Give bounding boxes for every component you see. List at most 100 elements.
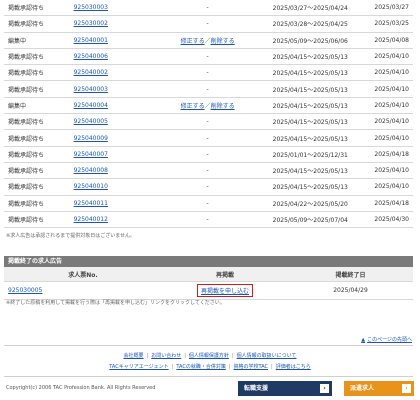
ad-list-table: 掲載承認待ち 925030003-2025/03/27～2025/04/24 202… (4, 0, 413, 229)
ad-number-link[interactable]: 925040002 (74, 69, 108, 76)
ad-number-link[interactable]: 925030002 (74, 20, 108, 27)
ended-note: ※終了した原稿を利用して掲載を行う際は「再掲載を申し込む」リンクをクリックしてく… (6, 300, 225, 306)
action-cell: 修正する／削除する (161, 97, 255, 115)
date-cell: 2025/04/18 (366, 146, 413, 163)
footer-link[interactable]: TACの就職・合併対策 (176, 364, 226, 370)
temp-jobs-button[interactable]: 派遣求人 › (344, 381, 414, 396)
footer-links-row-1: 会社概要 | お問い合わせ | 個人情報保護方針 | 個人情報の取扱いについて (0, 352, 420, 359)
back-to-top-link[interactable]: ▲ このページの先頭へ (361, 336, 412, 343)
action-cell: - (161, 64, 255, 82)
table-row: 掲載承認待ち 925040002 - 2025/04/15～2025/05/13 202… (4, 64, 413, 82)
date-cell: 2025/04/18 (366, 195, 413, 212)
career-support-button[interactable]: 転職支援 › (238, 381, 332, 396)
action-cell: - (161, 113, 255, 131)
ad-number-link[interactable]: 925040006 (74, 53, 108, 60)
ad-number-link[interactable]: 925040007 (74, 151, 108, 158)
status-cell: 掲載承認待ち (4, 0, 74, 17)
footer-link[interactable]: TACキャリアエージェント (109, 364, 168, 370)
delete-link[interactable]: 削除する (211, 103, 235, 110)
ad-number-link[interactable]: 925040011 (74, 200, 108, 207)
action-cell: 修正する／削除する (161, 32, 255, 49)
ad-number-link[interactable]: 925040008 (74, 167, 108, 174)
no-action-dash: - (206, 118, 209, 126)
footer-divider-2 (4, 376, 413, 377)
ad-number-link[interactable]: 925040010 (74, 183, 108, 190)
no-action-dash: - (206, 53, 209, 61)
arrow-right-icon: › (402, 384, 411, 393)
no-action-dash: - (206, 134, 209, 142)
footer-separator: | (228, 364, 231, 370)
no-action-dash: - (206, 199, 209, 207)
ad-number-link[interactable]: 925040001 (74, 37, 108, 44)
header-number: 求人票No. (4, 267, 162, 282)
copyright-text: Copyright(c) 2006 TAC Profession Bank. A… (6, 385, 156, 391)
career-support-label: 転職支援 (244, 385, 269, 392)
arrow-right-icon: › (320, 384, 329, 393)
action-cell: - (161, 15, 255, 33)
footer-link[interactable]: お問い合わせ (151, 353, 181, 359)
no-action-dash: - (206, 4, 209, 12)
status-cell: 掲載承認待ち (4, 80, 74, 98)
table-row: 掲載承認待ち 925040008 - 2025/04/15～2025/05/13 202… (4, 162, 413, 180)
period-cell: 2025/04/22～2025/05/20 (254, 195, 367, 212)
edit-link[interactable]: 修正する (181, 38, 205, 45)
table-row: 掲載承認待ち 925040005 - 2025/04/15～2025/05/13 202… (4, 113, 413, 131)
status-cell: 掲載承認待ち (4, 178, 74, 196)
footer-link[interactable]: 評価者はこちら (276, 364, 311, 370)
footer-link[interactable]: 会社概要 (124, 353, 144, 359)
no-action-dash: - (206, 167, 209, 175)
date-cell: 2025/04/10 (366, 97, 413, 115)
table-row: 掲載承認待ち 925040003 - 2025/04/15～2025/05/13 202… (4, 80, 413, 98)
footer-divider (4, 345, 413, 346)
ad-number-link[interactable]: 925030003 (74, 4, 108, 11)
ended-table-row: 925030005 再掲載を申し込む 2025/04/29 (4, 281, 413, 300)
action-cell: - (161, 0, 255, 17)
delete-link[interactable]: 削除する (211, 38, 235, 45)
action-cell: - (161, 211, 255, 229)
period-cell: 2025/01/01～2025/12/31 (254, 146, 367, 163)
footer-link[interactable]: 個人情報保護方針 (189, 353, 229, 359)
period-cell: 2025/03/28～2025/04/25 (254, 15, 367, 33)
ended-end-date: 2025/04/29 (288, 281, 413, 300)
date-cell: 2025/04/10 (366, 162, 413, 180)
period-cell: 2025/04/15～2025/05/13 (254, 64, 367, 82)
ad-number-link[interactable]: 925040005 (74, 118, 108, 125)
ended-ad-number-link[interactable]: 925030005 (8, 287, 42, 294)
period-cell: 2025/05/09～2025/06/06 (254, 32, 367, 49)
no-action-dash: - (206, 150, 209, 158)
ad-number-link[interactable]: 925040003 (74, 86, 108, 93)
listing-note: ※求人広告は承認されるまで提供対象日はございません。 (6, 233, 136, 239)
back-to-top-label: このページの先頭へ (367, 337, 412, 343)
status-cell: 掲載承認待ち (4, 162, 74, 180)
period-cell: 2025/04/15～2025/05/13 (254, 97, 367, 115)
period-cell: 2025/03/27～2025/04/24 (254, 0, 367, 17)
page: 掲載承認待ち 925030003-2025/03/27～2025/04/24 202… (0, 0, 420, 400)
action-cell: - (161, 129, 255, 147)
status-cell: 編集中 (4, 97, 74, 115)
table-row: 掲載承認待ち 925040010 - 2025/04/15～2025/05/13 202… (4, 178, 413, 196)
repost-button[interactable]: 再掲載を申し込む (196, 284, 253, 297)
ad-number-link[interactable]: 925040012 (74, 216, 108, 223)
table-row: 掲載承認待ち 925040007 - 2025/01/01～2025/12/31 202… (4, 146, 413, 163)
status-cell: 掲載承認待ち (4, 146, 74, 163)
ad-number-link[interactable]: 925040009 (74, 135, 108, 142)
period-cell: 2025/04/15～2025/05/13 (254, 48, 367, 66)
header-end-date: 掲載終了日 (288, 267, 413, 282)
edit-link[interactable]: 修正する (181, 103, 205, 110)
footer-links-row-2: TACキャリアエージェント | TACの就職・合併対策 | 資格の学校TAC | 評価者はこ… (0, 363, 420, 370)
date-cell: 2025/03/25 (366, 15, 413, 33)
period-cell: 2025/04/15～2025/05/13 (254, 178, 367, 196)
footer-link[interactable]: 個人情報の取扱いについて (237, 353, 297, 359)
footer-separator: | (231, 353, 234, 359)
ad-number-link[interactable]: 925040004 (74, 102, 108, 109)
ended-ads-table: 求人票No. 再掲載 掲載終了日 925030005 再掲載を申し込む 2025… (4, 267, 413, 300)
period-cell: 2025/04/15～2025/05/13 (254, 129, 367, 147)
period-cell: 2025/04/15～2025/05/13 (254, 113, 367, 131)
action-cell: - (161, 80, 255, 98)
footer-link[interactable]: 資格の学校TAC (234, 364, 269, 370)
table-row: 掲載承認待ち 925040012 - 2025/05/09～2025/07/04 202… (4, 211, 413, 229)
status-cell: 編集中 (4, 32, 74, 49)
status-cell: 掲載承認待ち (4, 113, 74, 131)
no-action-dash: - (206, 85, 209, 93)
status-cell: 掲載承認待ち (4, 64, 74, 82)
